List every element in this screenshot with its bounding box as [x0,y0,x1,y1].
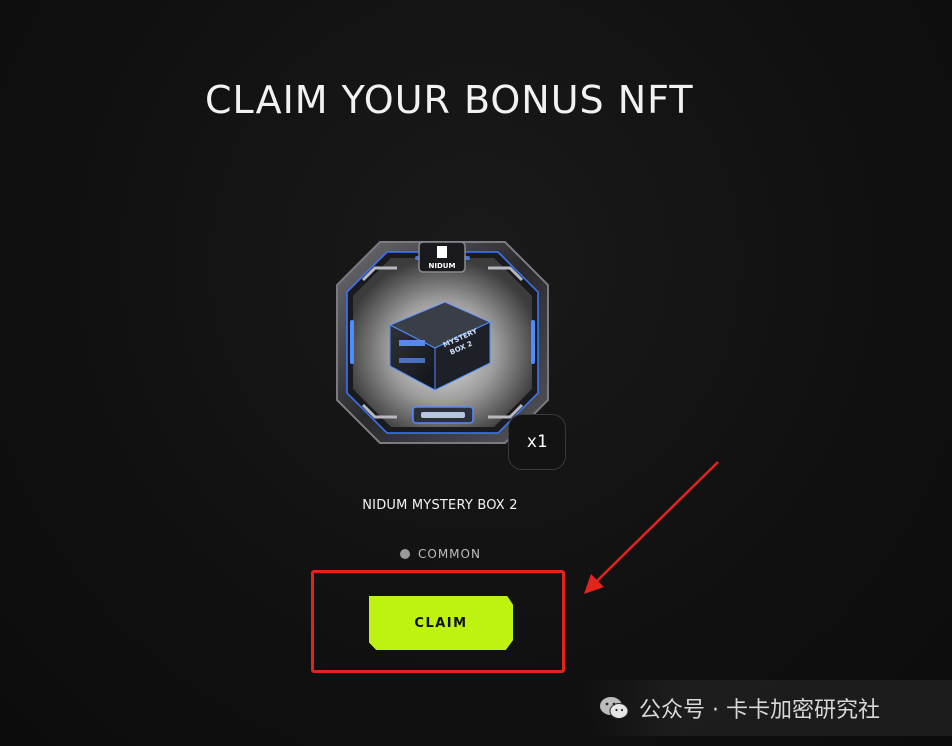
page-title: CLAIM YOUR BONUS NFT [205,78,694,122]
rarity-label: COMMON [400,547,481,561]
quantity-badge: x1 [508,414,566,470]
watermark-text: 公众号 · 卡卡加密研究社 [639,698,880,723]
watermark: 公众号 · 卡卡加密研究社 [583,680,952,736]
rarity-dot-icon [400,549,410,559]
svg-text:NIDUM: NIDUM [429,262,456,270]
rarity-text: COMMON [418,547,481,561]
wechat-icon [600,697,629,719]
nft-name: NIDUM MYSTERY BOX 2 [362,498,518,513]
claim-button[interactable]: CLAIM [369,596,513,650]
